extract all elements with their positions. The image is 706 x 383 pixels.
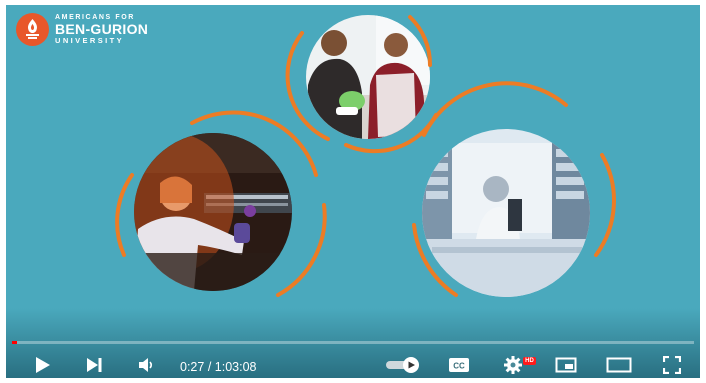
photo-researcher-orange-lab [134, 133, 292, 291]
logo-line-2: BEN-GURION [55, 21, 149, 38]
photo-researchers-lab [306, 15, 430, 139]
video-area[interactable]: AMERICANS FOR BEN-GURION UNIVERSITY [6, 5, 700, 378]
progress-bar[interactable] [12, 341, 694, 344]
fullscreen-icon [662, 355, 682, 379]
settings-button[interactable] [500, 352, 526, 382]
progress-played [12, 341, 17, 344]
player-controls: 0:27 / 1:03:08 CC [0, 352, 706, 382]
channel-logo: AMERICANS FOR BEN-GURION UNIVERSITY [16, 13, 148, 46]
fullscreen-button[interactable] [660, 352, 684, 382]
time-display: 0:27 / 1:03:08 [180, 360, 256, 374]
logo-line-1: AMERICANS FOR [55, 14, 135, 22]
hd-badge: HD [523, 357, 536, 365]
current-time: 0:27 [180, 360, 205, 374]
svg-text:CC: CC [453, 361, 465, 370]
flame-logo-icon [16, 13, 49, 46]
volume-button[interactable] [132, 352, 160, 382]
miniplayer-icon [555, 357, 577, 378]
miniplayer-button[interactable] [553, 352, 579, 382]
autoplay-toggle[interactable] [384, 352, 422, 382]
gear-icon [503, 355, 523, 380]
captions-button[interactable]: CC [446, 352, 472, 382]
next-icon [85, 356, 103, 379]
duration: 1:03:08 [214, 360, 257, 374]
autoplay-toggle-icon [385, 356, 421, 379]
theater-icon [606, 357, 632, 378]
theater-mode-button[interactable] [604, 352, 634, 382]
player-frame: AMERICANS FOR BEN-GURION UNIVERSITY 0:27… [0, 0, 706, 383]
photo-lab-microscope [422, 129, 590, 297]
volume-icon [137, 356, 155, 379]
next-button[interactable] [80, 352, 108, 382]
logo-line-3: UNIVERSITY [55, 36, 125, 46]
time-separator: / [204, 360, 215, 374]
play-button[interactable] [28, 352, 56, 382]
captions-icon: CC [448, 357, 470, 378]
play-icon [33, 356, 51, 379]
